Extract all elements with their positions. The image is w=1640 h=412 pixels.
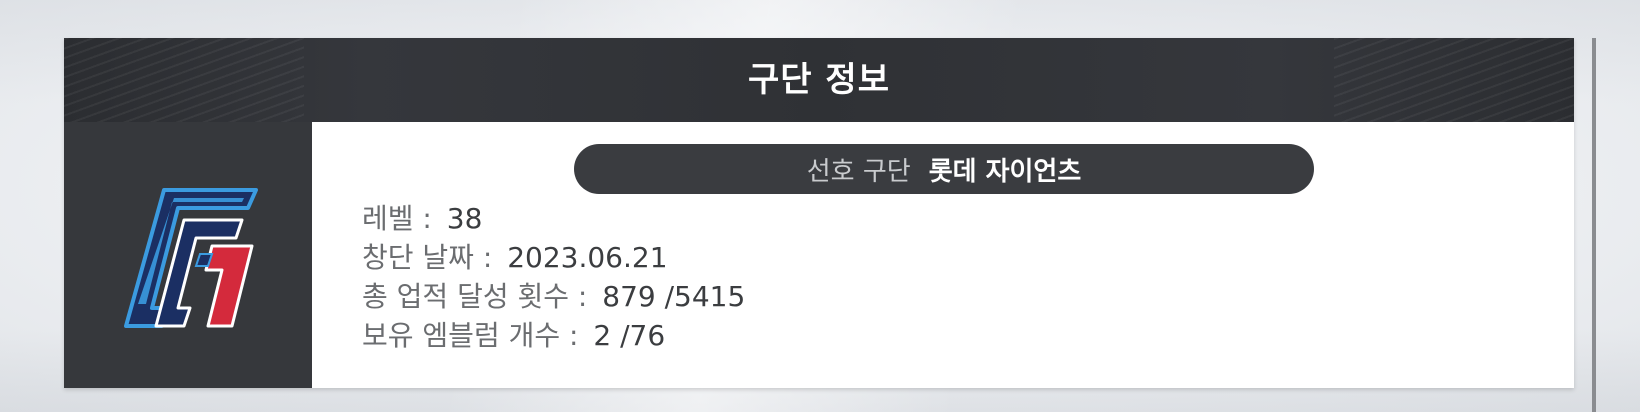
achievements-label: 총 업적 달성 횟수 : — [362, 280, 588, 313]
favorite-team-label: 선호 구단 — [806, 156, 911, 187]
emblems-label: 보유 엠블럼 개수 : — [362, 319, 579, 352]
team-emblem-area — [64, 122, 312, 388]
founded-date-value: 2023.06.21 — [507, 241, 668, 274]
level-value: 38 — [446, 202, 483, 235]
panel-header: 구단 정보 — [64, 38, 1574, 122]
team-g-logo-icon — [124, 188, 258, 328]
favorite-team-badge: 선호 구단 롯데 자이언츠 — [574, 144, 1314, 194]
emblems-value: 2 /76 — [593, 319, 666, 352]
achievements-row: 총 업적 달성 횟수 : 879 /5415 — [362, 278, 745, 316]
favorite-team-value: 롯데 자이언츠 — [928, 156, 1082, 187]
level-label: 레벨 : — [362, 202, 432, 235]
founded-date-label: 창단 날짜 : — [362, 241, 493, 274]
level-row: 레벨 : 38 — [362, 200, 482, 238]
team-info-panel: 구단 정보 선호 구단 롯데 자이언츠 레벨 : 38 창단 날짜 : 2023… — [64, 38, 1574, 388]
scrollbar[interactable] — [1592, 38, 1596, 412]
team-info-content: 선호 구단 롯데 자이언츠 레벨 : 38 창단 날짜 : 2023.06.21… — [312, 122, 1574, 388]
achievements-value: 879 /5415 — [602, 280, 746, 313]
panel-title: 구단 정보 — [748, 60, 890, 100]
emblems-row: 보유 엠블럼 개수 : 2 /76 — [362, 317, 665, 355]
founded-date-row: 창단 날짜 : 2023.06.21 — [362, 239, 668, 277]
